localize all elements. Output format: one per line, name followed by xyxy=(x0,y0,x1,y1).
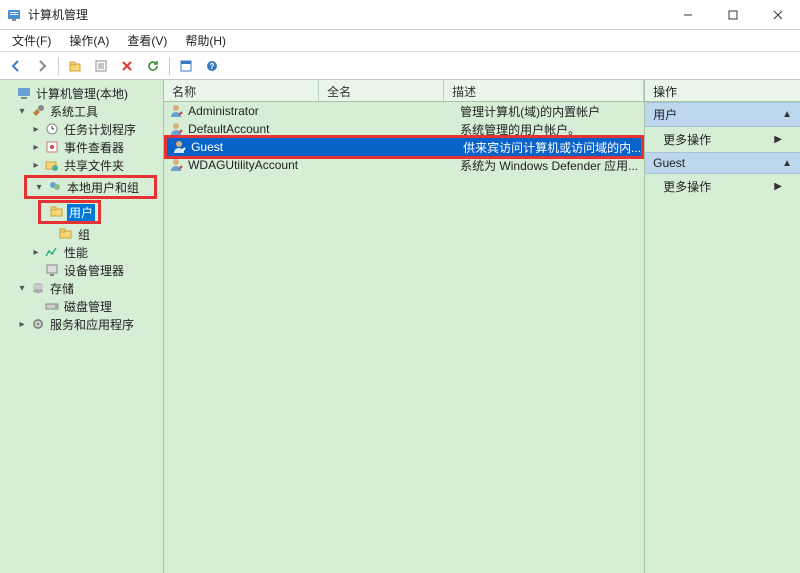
expand-icon[interactable]: ▸ xyxy=(30,160,42,171)
properties-button[interactable] xyxy=(89,54,113,78)
up-button[interactable] xyxy=(63,54,87,78)
tree-root[interactable]: 计算机管理(本地) xyxy=(2,84,161,102)
tree-users[interactable]: 用户 xyxy=(41,203,98,221)
titlebar: 计算机管理 xyxy=(0,0,800,30)
share-icon xyxy=(44,157,60,173)
user-icon xyxy=(168,157,184,173)
collapse-icon[interactable]: ▾ xyxy=(16,283,28,294)
svg-text:?: ? xyxy=(210,62,215,71)
tools-icon xyxy=(30,103,46,119)
toolbar: ? xyxy=(0,52,800,80)
column-description[interactable]: 描述 xyxy=(444,80,644,101)
main-area: 计算机管理(本地) ▾ 系统工具 ▸ 任务计划程序 ▸ 事件查看器 ▸ 共享文件… xyxy=(0,80,800,573)
menu-file[interactable]: 文件(F) xyxy=(4,30,59,51)
minimize-button[interactable] xyxy=(665,0,710,29)
disk-icon xyxy=(44,298,60,314)
collapse-arrow-icon: ▲ xyxy=(782,158,792,169)
services-icon xyxy=(30,316,46,332)
submenu-arrow-icon: ▶ xyxy=(774,181,782,192)
collapse-arrow-icon: ▲ xyxy=(782,109,792,120)
tree-groups[interactable]: 组 xyxy=(2,225,161,243)
device-icon xyxy=(44,262,60,278)
menubar: 文件(F) 操作(A) 查看(V) 帮助(H) xyxy=(0,30,800,52)
toolbar-separator xyxy=(58,57,59,75)
refresh-button[interactable] xyxy=(141,54,165,78)
clock-icon xyxy=(44,121,60,137)
collapse-icon[interactable]: ▾ xyxy=(33,182,45,193)
highlighted-guest-row: Guest 供来宾访问计算机或访问域的内... xyxy=(164,135,644,159)
event-icon xyxy=(44,139,60,155)
tree-performance[interactable]: ▸ 性能 xyxy=(2,243,161,261)
tree-storage[interactable]: ▾ 存储 xyxy=(2,279,161,297)
list-item[interactable]: Administrator 管理计算机(域)的内置帐户 xyxy=(164,102,644,120)
menu-view[interactable]: 查看(V) xyxy=(119,30,175,51)
collapse-icon[interactable]: ▾ xyxy=(16,106,28,117)
user-icon xyxy=(171,139,187,155)
toolbar-separator xyxy=(169,57,170,75)
action-pane-header: 操作 xyxy=(645,80,800,102)
action-section-guest[interactable]: Guest ▲ xyxy=(645,152,800,174)
tree-shared-folders[interactable]: ▸ 共享文件夹 xyxy=(2,156,161,174)
column-fullname[interactable]: 全名 xyxy=(319,80,444,101)
folder-icon xyxy=(49,204,65,220)
list-item[interactable]: Guest 供来宾访问计算机或访问域的内... xyxy=(167,138,641,156)
tree-event-viewer[interactable]: ▸ 事件查看器 xyxy=(2,138,161,156)
tree-services-apps[interactable]: ▸ 服务和应用程序 xyxy=(2,315,161,333)
storage-icon xyxy=(30,280,46,296)
expand-icon[interactable]: ▸ xyxy=(30,247,42,258)
window-title: 计算机管理 xyxy=(28,6,88,23)
tree-disk-management[interactable]: 磁盘管理 xyxy=(2,297,161,315)
close-button[interactable] xyxy=(755,0,800,29)
list-pane: 名称 全名 描述 Administrator 管理计算机(域)的内置帐户 Def… xyxy=(164,80,645,573)
action-more-ops-guest[interactable]: 更多操作 ▶ xyxy=(645,174,800,199)
user-icon xyxy=(168,103,184,119)
forward-button[interactable] xyxy=(30,54,54,78)
maximize-button[interactable] xyxy=(710,0,755,29)
expand-icon[interactable]: ▸ xyxy=(30,124,42,135)
expand-icon[interactable]: ▸ xyxy=(16,319,28,330)
delete-button[interactable] xyxy=(115,54,139,78)
expand-icon[interactable]: ▸ xyxy=(30,142,42,153)
action-section-users[interactable]: 用户 ▲ xyxy=(645,102,800,127)
tree-pane[interactable]: 计算机管理(本地) ▾ 系统工具 ▸ 任务计划程序 ▸ 事件查看器 ▸ 共享文件… xyxy=(0,80,164,573)
back-button[interactable] xyxy=(4,54,28,78)
list-body[interactable]: Administrator 管理计算机(域)的内置帐户 DefaultAccou… xyxy=(164,102,644,573)
list-header: 名称 全名 描述 xyxy=(164,80,644,102)
submenu-arrow-icon: ▶ xyxy=(774,134,782,145)
app-icon xyxy=(6,7,22,23)
menu-help[interactable]: 帮助(H) xyxy=(177,30,234,51)
tree-system-tools[interactable]: ▾ 系统工具 xyxy=(2,102,161,120)
action-pane: 操作 用户 ▲ 更多操作 ▶ Guest ▲ 更多操作 ▶ xyxy=(645,80,800,573)
performance-icon xyxy=(44,244,60,260)
export-list-button[interactable] xyxy=(174,54,198,78)
computer-icon xyxy=(16,85,32,101)
column-name[interactable]: 名称 xyxy=(164,80,319,101)
menu-action[interactable]: 操作(A) xyxy=(61,30,117,51)
users-group-icon xyxy=(47,179,63,195)
folder-icon xyxy=(58,226,74,242)
tree-task-scheduler[interactable]: ▸ 任务计划程序 xyxy=(2,120,161,138)
action-more-ops-users[interactable]: 更多操作 ▶ xyxy=(645,127,800,152)
tree-device-manager[interactable]: 设备管理器 xyxy=(2,261,161,279)
tree-local-users-groups[interactable]: ▾ 本地用户和组 xyxy=(27,178,154,196)
help-button[interactable]: ? xyxy=(200,54,224,78)
